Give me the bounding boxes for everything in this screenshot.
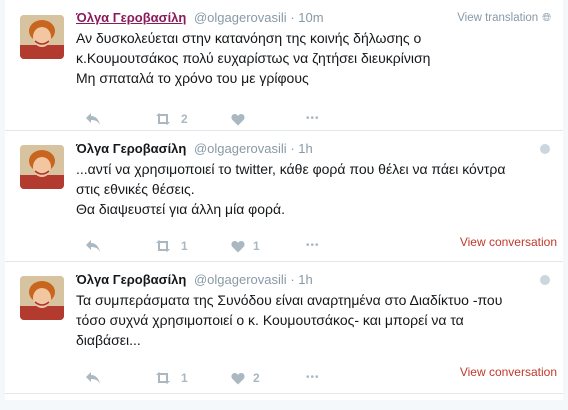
author-name[interactable]: Όλγα Γεροβασίλη [76, 10, 186, 25]
view-translation-label: View translation [457, 12, 539, 24]
tweet-text-line: τόσο συχνά χρησιμοποιεί ο κ. Κουμουτσάκο… [76, 312, 464, 328]
timestamp[interactable]: 1h [298, 141, 312, 156]
more-button[interactable]: ••• [306, 237, 320, 255]
avatar-image [20, 15, 64, 59]
separator: · [290, 272, 295, 287]
separator: · [290, 10, 295, 25]
avatar[interactable] [20, 145, 64, 189]
tweet[interactable]: Όλγα Γεροβασίλη @olgagerovasili · 1h Τα … [5, 262, 563, 394]
tweet-text-line: ...αντί να χρησιμοποιεί το twitter, κάθε… [76, 161, 506, 177]
heart-icon [231, 240, 245, 252]
reply-button[interactable] [85, 110, 101, 128]
reply-icon [86, 113, 100, 125]
like-count: 2 [253, 371, 260, 385]
retweet-icon [156, 240, 170, 252]
timestamp[interactable]: 1h [298, 272, 312, 287]
like-button[interactable]: 1 [231, 237, 260, 255]
timestamp[interactable]: 10m [298, 10, 323, 25]
author-handle[interactable]: @olgagerovasili [194, 141, 287, 156]
tweet-header: Όλγα Γεροβασίλη @olgagerovasili · 1h [76, 140, 551, 158]
author-handle[interactable]: @olgagerovasili [194, 272, 287, 287]
retweet-count: 1 [181, 239, 188, 253]
globe-icon: 🌐︎ [542, 12, 551, 24]
tweet-text-line: Τα συμπεράσματα της Συνόδου είναι αναρτη… [76, 292, 503, 308]
retweet-button[interactable]: 2 [153, 110, 188, 128]
tweet-text: Αν δυσκολεύεται στην κατανόηση της κοινή… [76, 28, 551, 88]
tweet-text: Τα συμπεράσματα της Συνόδου είναι αναρτη… [76, 290, 551, 350]
tweet-text-line: Θα διαψευστεί για άλλη μία φορά. [76, 201, 285, 217]
like-count: 1 [253, 239, 260, 253]
tweet-text-line: Μη σπαταλά το χρόνο του με γρίφους [76, 70, 309, 86]
avatar[interactable] [20, 15, 64, 59]
author-name[interactable]: Όλγα Γεροβασίλη [76, 141, 186, 156]
avatar[interactable] [20, 276, 64, 320]
retweet-count: 1 [181, 371, 188, 385]
reply-icon [86, 240, 100, 252]
tweet[interactable]: Όλγα Γεροβασίλη @olgagerovasili · 1h ...… [5, 131, 563, 262]
tweet-header: Όλγα Γεροβασίλη @olgagerovasili · 10m Vi… [76, 9, 551, 27]
view-translation-link[interactable]: View translation 🌐︎ [457, 9, 551, 27]
tweet-feed: Όλγα Γεροβασίλη @olgagerovasili · 10m Vi… [5, 0, 563, 400]
tweet-text-line: κ.Κουμουτσάκος πολύ ευχαρίστως να ζητήσε… [76, 50, 431, 66]
tweet-text-line: Αν δυσκολεύεται στην κατανόηση της κοινή… [76, 30, 422, 46]
view-conversation-link[interactable]: View conversation [460, 235, 557, 249]
separator: · [290, 141, 295, 156]
retweet-button[interactable]: 1 [153, 237, 188, 255]
retweet-count: 2 [181, 112, 188, 126]
heart-icon [231, 372, 245, 384]
heart-icon [231, 113, 245, 125]
tweet[interactable]: Όλγα Γεροβασίλη @olgagerovasili · 10m Vi… [5, 0, 563, 131]
reply-icon [86, 372, 100, 384]
avatar-image [20, 276, 64, 320]
more-icon: ••• [306, 240, 320, 251]
more-button[interactable]: ••• [306, 369, 320, 387]
retweet-button[interactable]: 1 [153, 369, 188, 387]
tweet-text-line: στις εθνικές θέσεις. [76, 181, 195, 197]
more-icon: ••• [306, 372, 320, 383]
view-conversation-link[interactable]: View conversation [460, 365, 557, 379]
tweet-text: ...αντί να χρησιμοποιεί το twitter, κάθε… [76, 159, 551, 219]
globe-icon[interactable] [540, 144, 550, 154]
globe-icon[interactable] [540, 275, 550, 285]
retweet-icon [156, 372, 170, 384]
retweet-icon [156, 113, 170, 125]
reply-button[interactable] [85, 237, 101, 255]
like-button[interactable]: 2 [231, 369, 260, 387]
tweet-text-line: διαβάσει... [76, 332, 141, 348]
reply-button[interactable] [85, 369, 101, 387]
author-name[interactable]: Όλγα Γεροβασίλη [76, 272, 186, 287]
avatar-image [20, 145, 64, 189]
more-button[interactable]: ••• [306, 110, 320, 128]
like-button[interactable] [231, 110, 253, 128]
more-icon: ••• [306, 113, 320, 124]
author-handle[interactable]: @olgagerovasili [194, 10, 287, 25]
tweet-header: Όλγα Γεροβασίλη @olgagerovasili · 1h [76, 271, 551, 289]
